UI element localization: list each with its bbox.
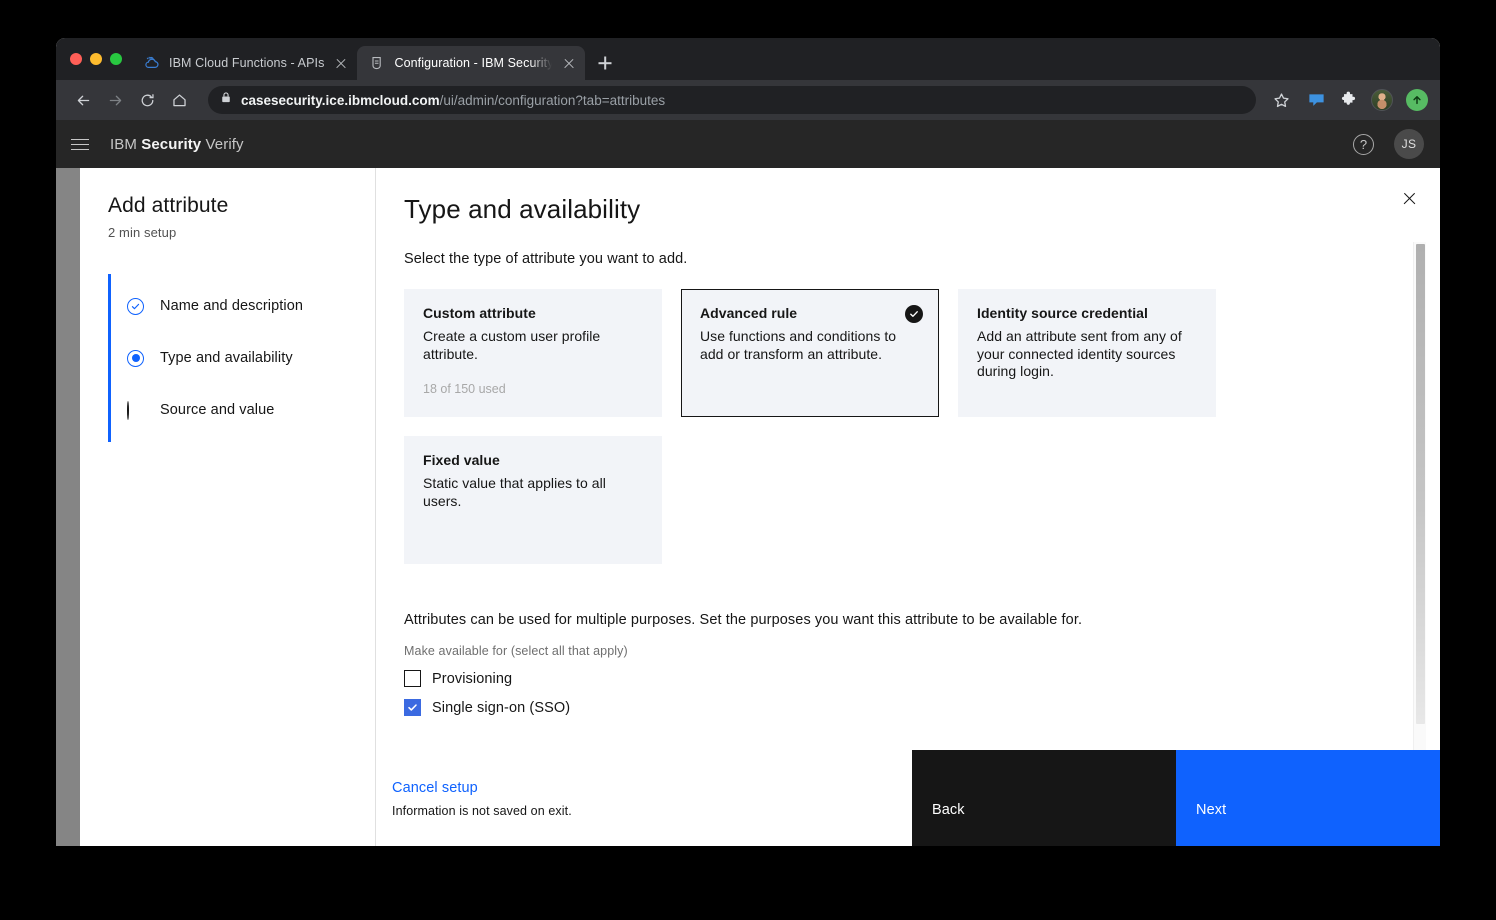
wizard-step-type-and-availability[interactable]: Type and availability (111, 332, 355, 384)
step-incomplete-icon (127, 400, 144, 420)
brand-title: IBM Security Verify (110, 136, 244, 153)
browser-window: IBM Cloud Functions - APIs Configuration… (56, 38, 1440, 846)
wizard-content-inner: Type and availability Select the type of… (376, 168, 1440, 846)
url-text: casesecurity.ice.ibmcloud.com/ui/admin/c… (241, 93, 665, 108)
checkbox-box[interactable] (404, 699, 421, 716)
purpose-description: Attributes can be used for multiple purp… (404, 612, 1083, 628)
chat-bubble-icon[interactable] (1307, 91, 1326, 110)
wizard-sidebar: Add attribute 2 min setup Name and descr… (80, 168, 376, 846)
tab-close-icon[interactable] (561, 55, 577, 71)
reload-icon[interactable] (134, 87, 160, 113)
page-lead-text: Select the type of attribute you want to… (404, 251, 688, 267)
next-button[interactable]: Next (1176, 750, 1440, 846)
wizard-step-source-and-value[interactable]: Source and value (111, 384, 355, 436)
tab-strip: IBM Cloud Functions - APIs Configuration… (56, 38, 1440, 80)
card-description: Create a custom user profile attribute. (423, 328, 601, 362)
step-label: Type and availability (160, 350, 293, 366)
user-avatar[interactable]: JS (1394, 129, 1424, 159)
menu-hamburger-icon[interactable] (56, 120, 104, 168)
page-title: Type and availability (404, 194, 641, 224)
purpose-field-label: Make available for (select all that appl… (404, 644, 628, 658)
cancel-block: Cancel setup Information is not saved on… (376, 750, 912, 818)
help-icon[interactable]: ? (1353, 133, 1374, 155)
shield-icon (369, 55, 385, 71)
attribute-type-cards: Custom attribute Create a custom user pr… (404, 289, 1256, 564)
checkbox-single-sign-on[interactable]: Single sign-on (SSO) (404, 699, 1380, 716)
browser-tab-2[interactable]: Configuration - IBM Security Ve (357, 46, 586, 80)
new-tab-button[interactable] (591, 49, 619, 77)
card-fixed-value[interactable]: Fixed value Static value that applies to… (404, 436, 662, 564)
cancel-setup-link[interactable]: Cancel setup (392, 780, 912, 796)
home-icon[interactable] (166, 87, 192, 113)
brand-prefix: IBM (110, 135, 142, 153)
maximize-window-button[interactable] (110, 53, 122, 65)
card-title: Custom attribute (423, 305, 536, 321)
wizard-step-name-and-description[interactable]: Name and description (111, 280, 355, 332)
upload-arrow-icon[interactable] (1406, 89, 1428, 111)
card-title: Identity source credential (977, 305, 1148, 321)
forward-icon[interactable] (102, 87, 128, 113)
back-icon[interactable] (70, 87, 96, 113)
scrollbar-thumb[interactable] (1416, 244, 1425, 724)
brand-suffix: Verify (201, 135, 244, 153)
step-label: Name and description (160, 298, 304, 314)
checkbox-label: Single sign-on (SSO) (432, 699, 571, 716)
screen: IBM Cloud Functions - APIs Configuration… (0, 0, 1496, 920)
wizard-subtitle: 2 min setup (108, 225, 177, 240)
content-scrollbar[interactable] (1413, 242, 1426, 778)
toolbar-icons (1270, 89, 1428, 111)
cancel-setup-note: Information is not saved on exit. (392, 804, 572, 818)
card-advanced-rule[interactable]: Advanced rule Use functions and conditio… (681, 289, 939, 417)
extensions-puzzle-icon[interactable] (1339, 91, 1358, 110)
close-icon[interactable] (1392, 182, 1426, 216)
back-button[interactable]: Back (912, 750, 1176, 846)
window-traffic-lights (64, 38, 132, 80)
wizard-content: Type and availability Select the type of… (376, 168, 1440, 846)
url-path: /ui/admin/configuration?tab=attributes (439, 92, 666, 108)
tab-close-icon[interactable] (333, 55, 349, 71)
bookmark-star-icon[interactable] (1272, 89, 1294, 111)
browser-tab-1[interactable]: IBM Cloud Functions - APIs (132, 46, 357, 80)
step-current-icon (127, 349, 144, 367)
app-header: IBM Security Verify ? JS (56, 120, 1440, 168)
step-label: Source and value (160, 402, 275, 418)
card-description: Add an attribute sent from any of your c… (977, 328, 1182, 379)
card-title: Fixed value (423, 452, 500, 468)
step-complete-icon (127, 297, 144, 315)
ibm-cloud-icon (144, 55, 160, 71)
address-bar[interactable]: casesecurity.ice.ibmcloud.com/ui/admin/c… (208, 86, 1256, 114)
checkbox-box[interactable] (404, 670, 421, 687)
brand-bold: Security (141, 135, 202, 153)
url-host: casesecurity.ice.ibmcloud.com (241, 92, 440, 108)
app-viewport: IBM Security Verify ? JS Add attribute 2… (56, 120, 1440, 846)
tab-title: IBM Cloud Functions - APIs (169, 56, 325, 70)
card-selected-check-icon (905, 305, 923, 323)
card-description: Static value that applies to all users. (423, 475, 606, 509)
add-attribute-modal: Add attribute 2 min setup Name and descr… (80, 168, 1440, 846)
minimize-window-button[interactable] (90, 53, 102, 65)
card-title: Advanced rule (700, 305, 798, 321)
wizard-actions: Cancel setup Information is not saved on… (376, 750, 1440, 846)
close-window-button[interactable] (70, 53, 82, 65)
wizard-title: Add attribute (108, 194, 229, 217)
lock-icon (220, 91, 232, 109)
checkbox-label: Provisioning (432, 670, 513, 687)
card-usage-meta: 18 of 150 used (423, 382, 506, 396)
tab-title: Configuration - IBM Security Ve (394, 56, 553, 70)
browser-toolbar: casesecurity.ice.ibmcloud.com/ui/admin/c… (56, 80, 1440, 120)
card-custom-attribute[interactable]: Custom attribute Create a custom user pr… (404, 289, 662, 417)
checkbox-provisioning[interactable]: Provisioning (404, 670, 1380, 687)
card-description: Use functions and conditions to add or t… (700, 328, 897, 362)
profile-avatar[interactable] (1371, 89, 1393, 111)
card-identity-source-credential[interactable]: Identity source credential Add an attrib… (958, 289, 1216, 417)
wizard-steps: Name and description Type and availabili… (108, 274, 355, 442)
